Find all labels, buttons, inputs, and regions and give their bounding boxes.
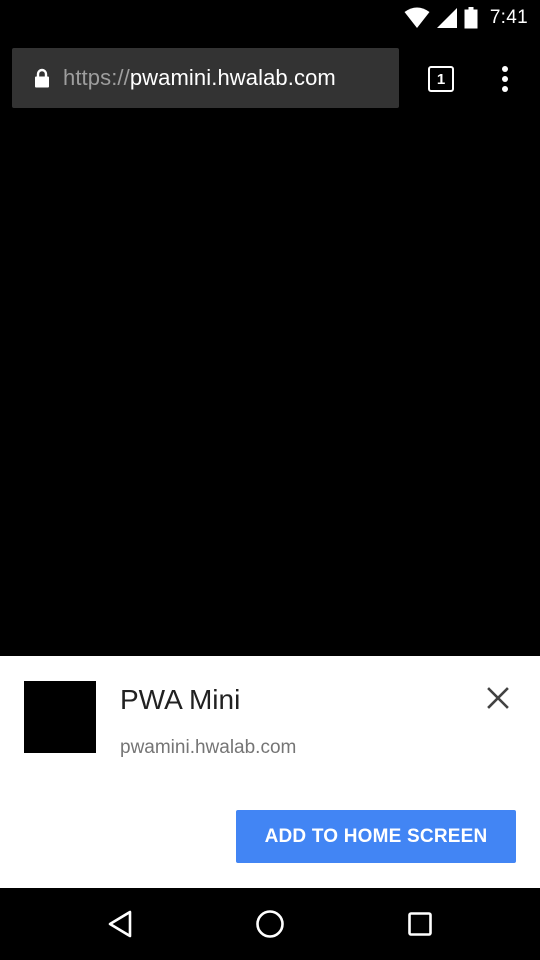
tab-count: 1 [436, 70, 446, 88]
recents-icon [408, 912, 432, 936]
menu-dot [502, 86, 508, 92]
add-to-home-screen-button[interactable]: ADD TO HOME SCREEN [236, 810, 516, 863]
url-text: https://pwamini.hwalab.com [63, 65, 336, 91]
home-icon [256, 910, 284, 938]
web-page-content[interactable] [0, 120, 540, 656]
url-bar[interactable]: https://pwamini.hwalab.com [12, 48, 399, 108]
phone-screen: 7:41 https://pwamini.hwalab.com 1 PWA Mi… [0, 0, 540, 960]
install-banner: PWA Mini pwamini.hwalab.com ADD TO HOME … [0, 656, 540, 888]
battery-icon [464, 7, 478, 29]
recents-button[interactable] [402, 906, 438, 942]
status-bar: 7:41 [0, 0, 540, 36]
status-time: 7:41 [489, 7, 528, 28]
app-icon [24, 681, 96, 753]
navigation-bar [0, 888, 540, 960]
back-button[interactable] [102, 906, 138, 942]
home-button[interactable] [252, 906, 288, 942]
cell-signal-icon [436, 8, 457, 28]
url-host: pwamini.hwalab.com [129, 65, 336, 90]
app-name: PWA Mini [120, 684, 241, 715]
status-icons: 7:41 [404, 6, 528, 30]
url-scheme: https:// [63, 65, 130, 90]
menu-dot [502, 76, 508, 82]
wifi-icon [404, 7, 430, 28]
app-url: pwamini.hwalab.com [120, 737, 297, 758]
close-icon [487, 687, 509, 709]
menu-dot [502, 66, 508, 72]
lock-icon [35, 68, 49, 88]
tab-switcher-button[interactable]: 1 [428, 66, 454, 92]
back-icon [108, 910, 132, 938]
overflow-menu-icon[interactable] [490, 62, 520, 96]
browser-toolbar: https://pwamini.hwalab.com 1 [0, 36, 540, 120]
close-button[interactable] [480, 680, 516, 716]
